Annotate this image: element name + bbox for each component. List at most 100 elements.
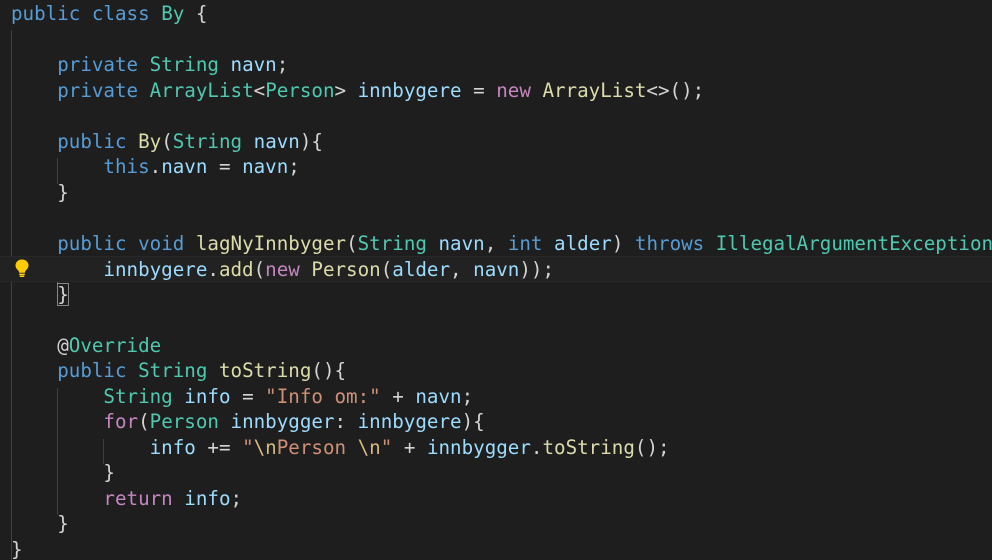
code-token: ( — [138, 410, 150, 433]
code-line[interactable]: public void lagNyInnbyger(String navn, i… — [0, 231, 992, 257]
code-token: toString — [218, 359, 312, 382]
code-line[interactable]: public String toString(){ — [0, 358, 992, 384]
code-token: private — [57, 53, 139, 76]
code-line-text: } — [11, 460, 115, 486]
code-line[interactable]: } — [0, 511, 992, 537]
code-line[interactable] — [0, 307, 992, 333]
code-token: (); — [634, 435, 670, 459]
code-line-text: } — [11, 180, 69, 206]
code-line-text: info += "\nPerson \n" + innbygger.toStri… — [11, 435, 670, 461]
code-token: Person — [265, 78, 335, 102]
code-line[interactable]: } — [0, 537, 992, 560]
code-token: navn — [473, 258, 520, 281]
code-token: navn — [230, 53, 277, 76]
code-line-text: return info; — [11, 486, 242, 512]
code-token: " — [242, 435, 254, 459]
code-token: (){ — [311, 359, 347, 382]
code-token: < — [253, 78, 266, 102]
code-line[interactable]: String info = "Info om:" + navn; — [0, 384, 992, 410]
code-line[interactable] — [0, 27, 992, 53]
code-token: ( — [253, 258, 266, 281]
code-line[interactable]: private ArrayList<Person> innbygere = ne… — [0, 78, 992, 104]
code-line[interactable] — [0, 103, 992, 129]
code-token: ){ — [461, 410, 485, 433]
code-token: innbygere — [103, 258, 208, 281]
code-token: "Info om:" — [265, 384, 381, 408]
lightbulb-icon[interactable] — [13, 258, 31, 278]
code-line-text: String info = "Info om:" + navn; — [11, 384, 473, 410]
code-token: . — [207, 258, 219, 281]
code-token: public — [11, 2, 81, 25]
code-line[interactable]: @Override — [0, 333, 992, 359]
code-token: += — [195, 435, 243, 459]
code-line[interactable]: for(Person innbygger: innbygere){ — [0, 409, 992, 435]
code-token: this — [103, 155, 150, 178]
code-line[interactable]: } — [0, 460, 992, 486]
code-token: } — [11, 537, 23, 560]
code-line[interactable]: public class By { — [0, 1, 992, 27]
code-line-current[interactable]: innbygere.add(new Person(alder, navn)); — [0, 256, 992, 282]
code-token: public — [57, 231, 127, 255]
code-token: String — [138, 359, 208, 382]
code-token: class — [91, 2, 150, 25]
code-token: ( — [380, 258, 393, 281]
code-token: new — [265, 258, 300, 281]
code-token: ; — [461, 384, 474, 408]
code-token: int — [507, 231, 543, 255]
code-line[interactable] — [0, 205, 992, 231]
code-line[interactable]: } — [0, 180, 992, 206]
code-line[interactable]: info += "\nPerson \n" + innbygger.toStri… — [0, 435, 992, 461]
code-token: info — [149, 435, 196, 459]
code-token: throws — [634, 231, 705, 255]
code-token: ( — [161, 129, 173, 153]
code-token: By — [138, 129, 162, 153]
code-token: Person — [149, 410, 219, 433]
code-line[interactable]: return info; — [0, 486, 992, 512]
code-line[interactable]: this.navn = navn; — [0, 154, 992, 180]
code-token: innbygger — [426, 435, 531, 459]
code-token: return — [103, 486, 173, 510]
code-token: alder — [554, 231, 612, 255]
code-token: \n — [357, 435, 381, 459]
code-token: String — [172, 129, 243, 153]
code-token: : — [334, 410, 358, 433]
code-line-text: private String navn; — [11, 52, 288, 78]
code-token: } — [57, 180, 69, 204]
code-token: info — [184, 486, 231, 510]
code-token: = — [461, 78, 497, 102]
code-token: ArrayList — [542, 78, 647, 102]
code-editor[interactable]: public class By { private String navn; p… — [0, 0, 992, 560]
code-token: ){ — [299, 129, 323, 153]
code-line-text: for(Person innbygger: innbygere){ — [11, 409, 485, 435]
code-line[interactable]: public By(String navn){ — [0, 129, 992, 155]
code-token: } — [103, 461, 115, 484]
code-token: navn — [242, 155, 289, 178]
code-token: , — [450, 258, 474, 281]
code-token: )); — [519, 258, 555, 281]
code-token: innbygere — [357, 410, 462, 433]
code-token: { — [184, 2, 208, 25]
code-token: " — [380, 435, 393, 459]
code-line[interactable]: } — [0, 282, 992, 308]
code-token: By — [161, 2, 185, 25]
code-token: . — [149, 155, 162, 178]
code-line[interactable]: private String navn; — [0, 52, 992, 78]
code-token: public — [57, 359, 127, 382]
